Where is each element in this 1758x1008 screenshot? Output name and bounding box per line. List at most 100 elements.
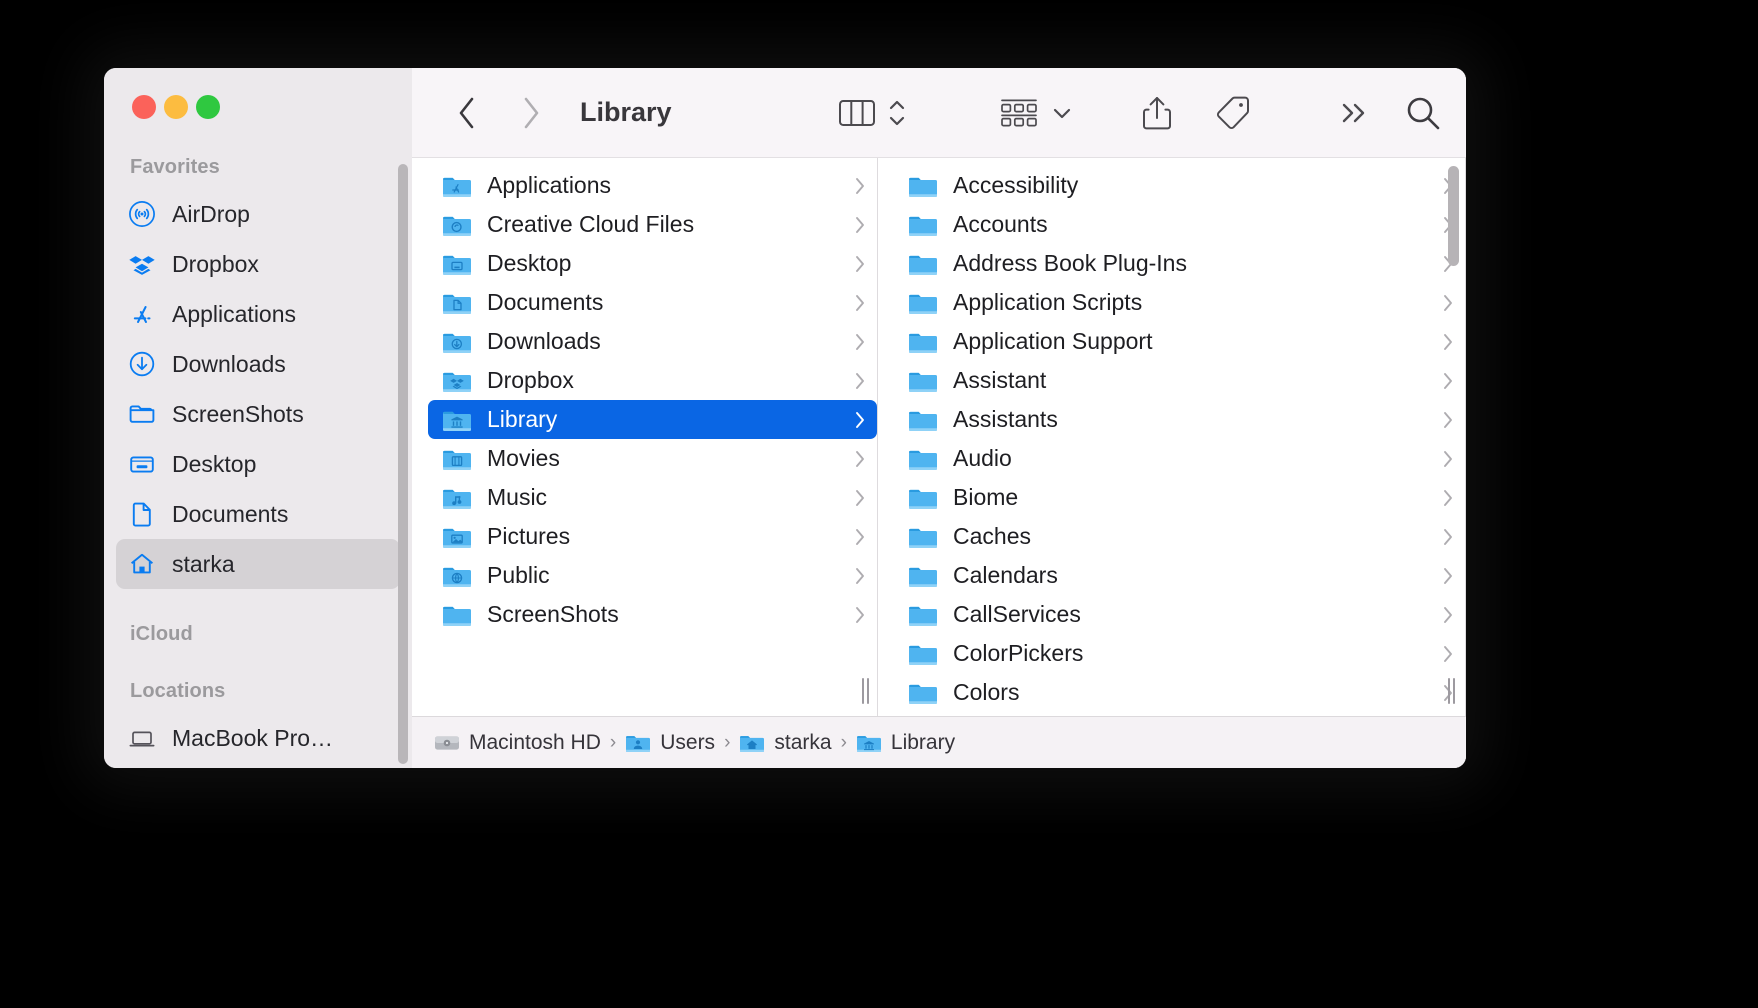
chevron-left-icon[interactable]	[444, 90, 490, 136]
list-item[interactable]: Documents	[428, 283, 877, 322]
list-item-label: Colors	[953, 679, 1020, 705]
list-item-label: Application Scripts	[953, 289, 1143, 315]
tag-icon[interactable]	[1214, 94, 1252, 132]
file-list: Applications Creative Cloud Files Deskto…	[428, 158, 877, 634]
app-store-icon	[128, 300, 156, 328]
list-item-label: Biome	[953, 484, 1019, 510]
chevron-right-icon	[1444, 489, 1452, 506]
airdrop-icon	[128, 200, 156, 228]
column-scrollbar[interactable]	[1448, 166, 1459, 266]
list-item[interactable]: Movies	[428, 439, 877, 478]
list-item[interactable]: ColorPickers	[894, 634, 1465, 673]
chevron-right-icon	[1444, 645, 1452, 662]
list-item-label: CallServices	[953, 601, 1081, 627]
folder-creative-cloud-icon	[443, 216, 471, 236]
folder-plain-icon	[909, 294, 937, 314]
chevron-right-icon	[1444, 528, 1452, 545]
column-resize-handle[interactable]	[859, 678, 871, 704]
breadcrumb-item-library[interactable]: Library	[856, 731, 955, 755]
list-item[interactable]: Caches	[894, 517, 1465, 556]
breadcrumb-item-users[interactable]: Users	[625, 731, 715, 755]
list-item[interactable]: Application Scripts	[894, 283, 1465, 322]
list-item[interactable]: Applications	[428, 166, 877, 205]
sidebar-item-downloads[interactable]: Downloads	[116, 339, 400, 389]
list-item-label: Caches	[953, 523, 1031, 549]
list-item[interactable]: Application Support	[894, 322, 1465, 361]
breadcrumb-item-macintosh-hd[interactable]: Macintosh HD	[434, 731, 601, 755]
share-icon[interactable]	[1140, 93, 1174, 133]
chevron-right-icon[interactable]	[508, 90, 554, 136]
sidebar-item-documents[interactable]: Documents	[116, 489, 400, 539]
breadcrumb-label: Library	[890, 730, 956, 754]
chevron-right-icon	[1444, 333, 1452, 350]
folder-public-icon	[443, 567, 471, 587]
folder-plain-icon	[909, 177, 937, 197]
minimize-button[interactable]	[164, 95, 188, 119]
sidebar-item-label: AirDrop	[172, 200, 250, 227]
list-item[interactable]: Assistants	[894, 400, 1465, 439]
search-icon[interactable]	[1404, 94, 1442, 132]
sidebar-item-applications[interactable]: Applications	[116, 289, 400, 339]
close-button[interactable]	[132, 95, 156, 119]
folder-plain-icon	[909, 372, 937, 392]
view-options-group	[838, 95, 908, 131]
column-view-icon[interactable]	[838, 96, 876, 130]
list-item[interactable]: Audio	[894, 439, 1465, 478]
group-items-icon[interactable]	[998, 96, 1040, 130]
sidebar-item-screenshots[interactable]: ScreenShots	[116, 389, 400, 439]
list-item-label: Library	[487, 406, 558, 432]
list-item[interactable]: Colors	[894, 673, 1465, 712]
sidebar-item-dropbox[interactable]: Dropbox	[116, 239, 400, 289]
list-item[interactable]: Assistant	[894, 361, 1465, 400]
chevron-right-icon	[856, 450, 864, 467]
breadcrumb: Macintosh HD › Users › starka › Library	[412, 716, 1466, 768]
list-item[interactable]: Downloads	[428, 322, 877, 361]
harddisk-icon	[435, 735, 459, 750]
up-down-chevrons-icon[interactable]	[886, 95, 908, 131]
chevron-down-icon[interactable]	[1050, 103, 1074, 123]
list-item-selected[interactable]: Library	[428, 400, 877, 439]
folder-plain-icon	[909, 255, 937, 275]
finder-window: Favorites AirDrop Dropbox Applications D…	[104, 68, 1466, 768]
list-item[interactable]: Biome	[894, 478, 1465, 517]
list-item-label: Accessibility	[953, 172, 1079, 198]
sidebar-item-label: Dropbox	[172, 250, 259, 277]
window-controls	[104, 68, 412, 146]
list-item[interactable]: Dropbox	[428, 361, 877, 400]
breadcrumb-item-starka[interactable]: starka	[739, 731, 832, 755]
maximize-button[interactable]	[196, 95, 220, 119]
sidebar-item-desktop[interactable]: Desktop	[116, 439, 400, 489]
list-item-label: Audio	[953, 445, 1012, 471]
double-chevron-right-icon[interactable]	[1336, 96, 1370, 130]
folder-dropbox-icon	[443, 372, 471, 392]
list-item[interactable]: Accounts	[894, 205, 1465, 244]
list-item-label: Downloads	[487, 328, 601, 354]
list-item[interactable]: Public	[428, 556, 877, 595]
list-item[interactable]: Calendars	[894, 556, 1465, 595]
list-item-label: Application Support	[953, 328, 1153, 354]
folder-plain-icon	[909, 450, 937, 470]
list-item[interactable]: CallServices	[894, 595, 1465, 634]
list-item[interactable]: Desktop	[428, 244, 877, 283]
list-item-label: ScreenShots	[487, 601, 619, 627]
chevron-right-icon	[856, 489, 864, 506]
list-item[interactable]: Address Book Plug-Ins	[894, 244, 1465, 283]
list-item[interactable]: Music	[428, 478, 877, 517]
list-item[interactable]: Accessibility	[894, 166, 1465, 205]
sidebar-item-starka[interactable]: starka	[116, 539, 400, 589]
list-item[interactable]: Pictures	[428, 517, 877, 556]
desktop-icon	[128, 450, 156, 478]
group-options-group	[998, 96, 1074, 130]
list-item[interactable]: ScreenShots	[428, 595, 877, 634]
breadcrumb-label: Macintosh HD	[469, 730, 601, 754]
folder-library-icon	[443, 411, 471, 431]
sidebar-item-label: Applications	[172, 300, 297, 327]
file-list: Accessibility Accounts Address Book Plug…	[894, 158, 1465, 712]
list-item[interactable]: Creative Cloud Files	[428, 205, 877, 244]
chevron-right-icon	[1444, 372, 1452, 389]
column-resize-handle[interactable]	[1445, 678, 1457, 704]
sidebar-scrollbar[interactable]	[398, 164, 408, 764]
list-item-label: Movies	[487, 445, 560, 471]
sidebar-item-airdrop[interactable]: AirDrop	[116, 189, 400, 239]
sidebar-item-macbook-pro[interactable]: MacBook Pro…	[116, 713, 400, 763]
